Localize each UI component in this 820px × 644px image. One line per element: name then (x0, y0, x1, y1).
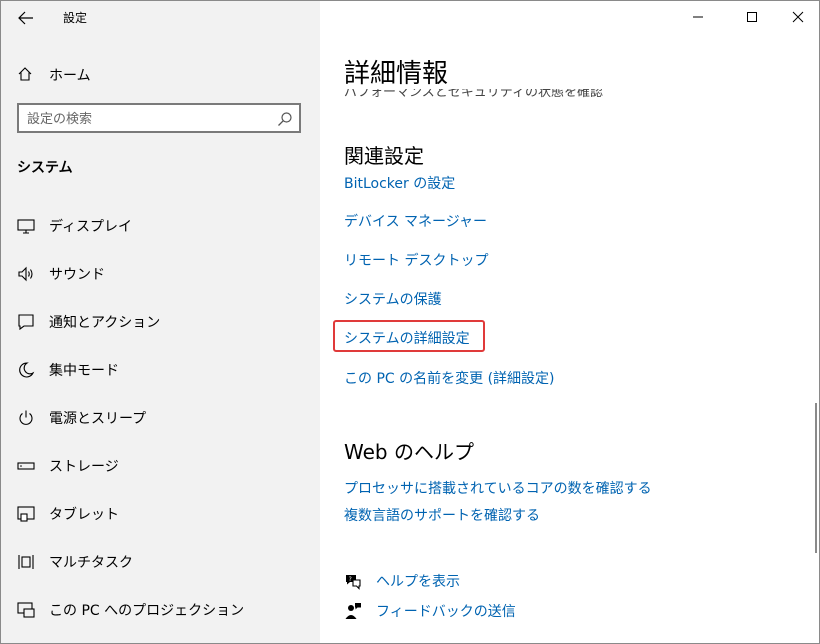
maximize-icon (747, 12, 757, 22)
search-icon[interactable] (277, 111, 293, 127)
sidebar-item-home[interactable]: ホーム (1, 57, 320, 91)
sidebar-item-display[interactable]: ディスプレイ (1, 203, 320, 247)
projection-icon (17, 602, 35, 618)
notifications-icon (18, 314, 34, 331)
scrolled-text: パフォーマンスとセキュリティの状態を確認 (344, 89, 603, 100)
highlight-box (333, 320, 485, 352)
sidebar-item-label: 通知とアクション (49, 315, 161, 331)
minimize-button[interactable] (675, 1, 721, 33)
sidebar-item-label: タブレット (49, 507, 119, 523)
sidebar-item-label: 集中モード (49, 363, 119, 379)
multitask-icon (18, 555, 34, 569)
sidebar-item-focus[interactable]: 集中モード (1, 347, 320, 391)
system-protection-link[interactable]: システムの保護 (344, 289, 442, 309)
focus-moon-icon (19, 362, 35, 378)
processor-cores-help-link[interactable]: プロセッサに搭載されているコアの数を確認する (344, 478, 652, 498)
svg-text:?: ? (349, 576, 352, 583)
power-icon (19, 410, 33, 425)
maximize-button[interactable] (729, 1, 775, 33)
sidebar-item-label: この PC へのプロジェクション (49, 603, 245, 619)
minimize-icon (693, 16, 703, 18)
close-icon (792, 11, 804, 23)
display-icon (17, 219, 35, 234)
sidebar-item-sound[interactable]: サウンド (1, 251, 320, 295)
related-settings-heading: 関連設定 (344, 144, 424, 168)
bitlocker-settings-link[interactable]: BitLocker の設定 (344, 173, 455, 193)
sidebar-item-projection[interactable]: この PC へのプロジェクション (1, 587, 320, 631)
help-chat-icon: ? (346, 575, 361, 590)
sidebar: 設定 ホーム システム ディスプレイ (1, 1, 320, 643)
sidebar-item-tablet[interactable]: タブレット (1, 491, 320, 535)
sidebar-item-notifications[interactable]: 通知とアクション (1, 299, 320, 343)
sidebar-item-label: マルチタスク (49, 555, 133, 571)
sidebar-item-label: ストレージ (49, 459, 119, 475)
search-input[interactable] (27, 109, 267, 129)
rename-pc-link[interactable]: この PC の名前を変更 (詳細設定) (344, 368, 555, 388)
sidebar-item-power[interactable]: 電源とスリープ (1, 395, 320, 439)
storage-icon (17, 462, 35, 470)
home-icon (18, 67, 32, 81)
scrollbar-thumb[interactable] (815, 403, 817, 553)
tablet-icon (17, 506, 35, 522)
search-box[interactable] (17, 103, 301, 133)
remote-desktop-link[interactable]: リモート デスクトップ (344, 250, 488, 270)
get-help-label: ヘルプを表示 (376, 574, 460, 590)
section-label-system: システム (17, 160, 73, 176)
sidebar-item-label: サウンド (49, 267, 105, 283)
multilanguage-help-link[interactable]: 複数言語のサポートを確認する (344, 505, 540, 525)
device-manager-link[interactable]: デバイス マネージャー (344, 211, 487, 231)
page-title: 詳細情報 (344, 59, 449, 89)
feedback-person-icon (345, 603, 361, 619)
back-button[interactable] (9, 5, 43, 31)
sidebar-item-label: ホーム (49, 68, 91, 84)
app-title: 設定 (63, 11, 88, 25)
send-feedback-label: フィードバックの送信 (376, 604, 516, 620)
close-button[interactable] (775, 1, 819, 33)
sidebar-item-storage[interactable]: ストレージ (1, 443, 320, 487)
settings-window: 設定 ホーム システム ディスプレイ (0, 0, 820, 644)
scrolled-text-fragment: パフォーマンスとセキュリティの状態を確認 (344, 89, 644, 100)
sidebar-item-label: 電源とスリープ (49, 411, 147, 427)
web-help-heading: Web のヘルプ (344, 440, 474, 464)
sidebar-item-multitask[interactable]: マルチタスク (1, 539, 320, 583)
back-arrow-icon (18, 11, 33, 25)
sidebar-item-label: ディスプレイ (49, 219, 133, 235)
sound-icon (18, 266, 33, 282)
